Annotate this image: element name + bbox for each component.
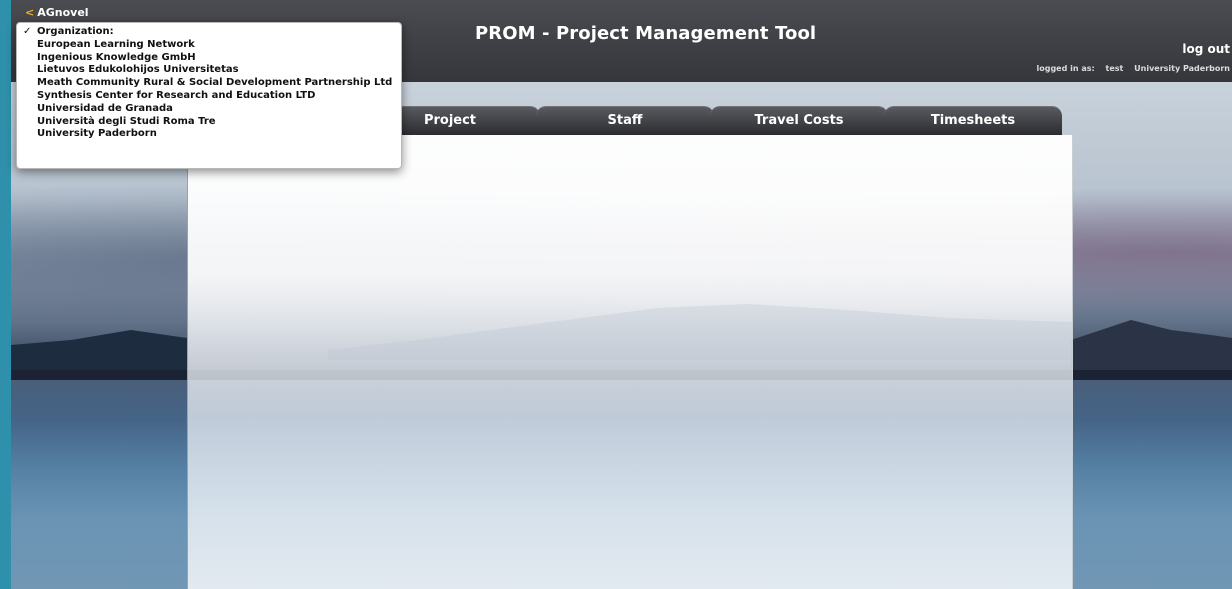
panel-background-ridge <box>328 304 1072 360</box>
main-content-panel <box>187 135 1073 589</box>
tab-travel-costs[interactable]: Travel Costs <box>710 106 888 135</box>
tab-timesheets[interactable]: Timesheets <box>884 106 1062 135</box>
dropdown-item-label: Synthesis Center for Research and Educat… <box>37 89 316 101</box>
dropdown-item-label: Universidad de Granada <box>37 102 173 114</box>
dropdown-item-label: Organization: <box>37 26 114 37</box>
dropdown-item-meath-community[interactable]: Meath Community Rural & Social Developme… <box>17 77 401 90</box>
app-title: PROM - Project Management Tool <box>475 23 817 44</box>
tab-project-label: Project <box>423 113 477 128</box>
login-info: logged in as: test University Paderborn <box>1028 64 1230 73</box>
dropdown-item-university-paderborn[interactable]: University Paderborn <box>17 128 401 141</box>
tab-staff-label: Staff <box>607 113 643 128</box>
tab-timesheets-label: Timesheets <box>930 113 1016 128</box>
dropdown-item-lietuvos-edukolohijos[interactable]: Lietuvos Edukolohijos Universitetas <box>17 64 401 77</box>
logged-in-organization: University Paderborn <box>1134 64 1230 73</box>
back-link-label: AGnovel <box>37 6 89 19</box>
dropdown-item-label: Università degli Studi Roma Tre <box>37 115 216 127</box>
checkmark-icon: ✓ <box>23 26 32 37</box>
dropdown-item-synthesis-center[interactable]: Synthesis Center for Research and Educat… <box>17 90 401 103</box>
logout-link[interactable]: log out <box>1182 42 1230 56</box>
dropdown-item-label: University Paderborn <box>37 128 157 140</box>
dropdown-item-label: Meath Community Rural & Social Developme… <box>37 77 393 89</box>
logged-in-label: logged in as: <box>1036 64 1095 73</box>
main-tabs: Project Staff Travel Costs Timesheets <box>360 106 1062 135</box>
logged-in-username: test <box>1105 64 1124 73</box>
dropdown-item-label: European Learning Network <box>37 38 195 50</box>
tab-staff[interactable]: Staff <box>536 106 714 135</box>
back-link[interactable]: < AGnovel <box>25 6 89 19</box>
left-edge-strip <box>0 0 11 589</box>
organization-dropdown-menu: ✓ Organization: European Learning Networ… <box>16 22 402 169</box>
back-chevron-icon: < <box>25 6 35 19</box>
dropdown-item-label: Ingenious Knowledge GmbH <box>37 51 196 63</box>
tab-travel-costs-label: Travel Costs <box>754 113 844 128</box>
dropdown-item-label: Lietuvos Edukolohijos Universitetas <box>37 64 239 76</box>
dropdown-item-ingenious-knowledge[interactable]: Ingenious Knowledge GmbH <box>17 52 401 65</box>
dropdown-item-universidad-granada[interactable]: Universidad de Granada <box>17 103 401 116</box>
dropdown-item-roma-tre[interactable]: Università degli Studi Roma Tre <box>17 116 401 129</box>
dropdown-item-european-learning-network[interactable]: European Learning Network <box>17 39 401 52</box>
dropdown-item-organization[interactable]: ✓ Organization: <box>17 26 401 39</box>
